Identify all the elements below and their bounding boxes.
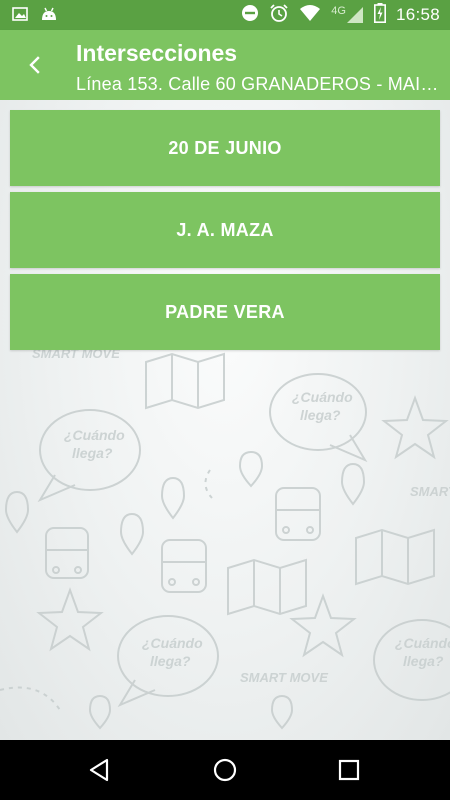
brand-text: SMART MOVE (240, 670, 328, 685)
pin-icon (160, 476, 186, 520)
page-subtitle: Línea 153. Calle 60 GRANADEROS - MAIPU (76, 74, 444, 94)
bubble-text: ¿Cuándo (64, 427, 125, 443)
bubble-text: ¿Cuándo (292, 389, 353, 405)
intersection-item[interactable]: J. A. MAZA (10, 192, 440, 268)
chevron-left-icon (29, 56, 40, 74)
circle-home-icon (213, 758, 237, 782)
star-icon (36, 587, 104, 652)
status-bar: 4G 16:58 (0, 0, 450, 30)
brand-text: SMART MOVE (410, 484, 450, 499)
map-icon (355, 528, 435, 586)
pin-icon (340, 462, 366, 506)
map-icon (227, 558, 307, 616)
bus-icon (45, 527, 89, 579)
bus-icon (275, 487, 321, 541)
network-type-label: 4G (331, 5, 346, 17)
status-time: 16:58 (395, 5, 440, 24)
back-nav-button[interactable] (84, 755, 114, 785)
star-icon (289, 593, 357, 658)
battery-charging-icon (373, 2, 386, 28)
back-button[interactable] (18, 50, 52, 80)
pin-icon (88, 694, 112, 730)
alarm-icon (269, 3, 289, 28)
intersection-item[interactable]: 20 DE JUNIO (10, 110, 440, 186)
bubble-text: llega? (403, 653, 444, 669)
wifi-icon (299, 4, 321, 27)
app-bar: Intersecciones Línea 153. Calle 60 GRANA… (0, 30, 450, 100)
map-icon (145, 352, 225, 410)
square-recents-icon (338, 759, 360, 781)
home-nav-button[interactable] (210, 755, 240, 785)
android-icon (40, 6, 58, 27)
page-title: Intersecciones (76, 40, 238, 66)
pin-icon (4, 490, 30, 534)
pin-icon (238, 450, 264, 488)
bus-icon (161, 539, 207, 593)
intersection-list: 20 DE JUNIO J. A. MAZA PADRE VERA (10, 110, 440, 356)
bubble-text: ¿Cuándo (395, 635, 450, 651)
do-not-disturb-icon (241, 4, 259, 27)
triangle-back-icon (89, 758, 109, 782)
star-icon (381, 395, 449, 460)
image-icon (12, 6, 28, 27)
bubble-text: llega? (72, 445, 113, 461)
recents-nav-button[interactable] (334, 755, 364, 785)
signal-icon: 4G (331, 5, 364, 24)
intersection-item[interactable]: PADRE VERA (10, 274, 440, 350)
bubble-text: ¿Cuándo (142, 635, 203, 651)
pin-icon (119, 512, 145, 556)
bubble-text: llega? (150, 653, 191, 669)
navigation-bar (0, 740, 450, 800)
pin-icon (270, 694, 294, 730)
bubble-text: llega? (300, 407, 341, 423)
content-area: ¿Cuándo llega? ¿Cuándo llega? ¿Cuándo ll… (0, 100, 450, 740)
